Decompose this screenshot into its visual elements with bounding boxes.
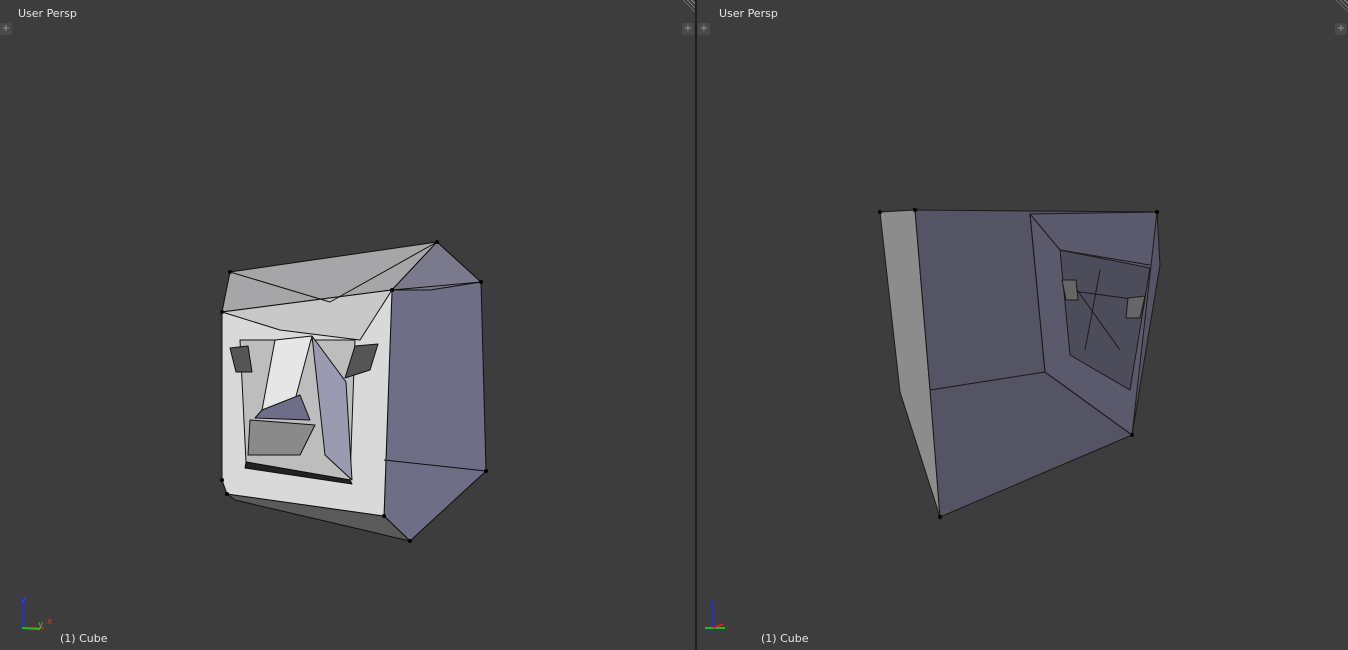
mesh-cube-right[interactable] [697, 0, 1348, 650]
mesh-cube-left[interactable] [0, 0, 695, 650]
axis-y-label: y [38, 620, 44, 630]
viewport-left[interactable]: User Persp + + z y x (1) Cube [0, 0, 695, 650]
axis-gizmo-icon: z y x [21, 595, 53, 630]
object-label: (1) Cube [60, 632, 108, 645]
axis-gizmo-icon [705, 600, 725, 629]
axis-x-label: x [47, 617, 53, 627]
axis-z-label: z [22, 595, 27, 605]
viewport-right[interactable]: User Persp + + (1) Cube [697, 0, 1348, 650]
object-label: (1) Cube [761, 632, 809, 645]
